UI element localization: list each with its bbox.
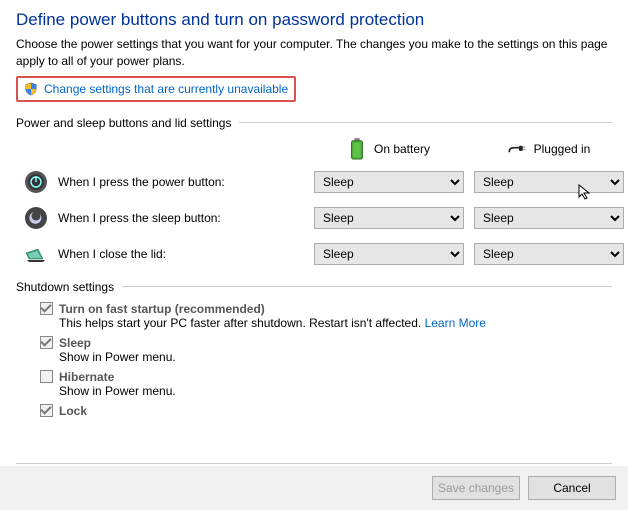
power-button-icon bbox=[24, 170, 48, 194]
sleep-label: Sleep bbox=[59, 336, 91, 350]
plugged-in-label: Plugged in bbox=[534, 142, 591, 156]
sleep-button-battery-select[interactable]: Sleep bbox=[314, 207, 464, 229]
power-sleep-section-header: Power and sleep buttons and lid settings bbox=[16, 116, 612, 130]
sleep-checkbox[interactable] bbox=[40, 336, 53, 349]
sleep-item: Sleep Show in Power menu. bbox=[40, 336, 612, 364]
lock-checkbox[interactable] bbox=[40, 404, 53, 417]
divider bbox=[122, 286, 612, 287]
lock-item: Lock bbox=[40, 404, 612, 418]
power-button-plugged-select[interactable]: Sleep bbox=[474, 171, 624, 193]
hibernate-label: Hibernate bbox=[59, 370, 114, 384]
fast-startup-item: Turn on fast startup (recommended) This … bbox=[40, 302, 612, 330]
hibernate-checkbox[interactable] bbox=[40, 370, 53, 383]
sleep-button-row: When I press the sleep button: Sleep Sle… bbox=[16, 206, 612, 230]
on-battery-column: On battery bbox=[314, 138, 464, 160]
power-button-battery-select[interactable]: Sleep bbox=[314, 171, 464, 193]
sleep-button-icon bbox=[24, 206, 48, 230]
save-changes-button[interactable]: Save changes bbox=[432, 476, 520, 500]
lid-close-battery-select[interactable]: Sleep bbox=[314, 243, 464, 265]
lid-close-plugged-select[interactable]: Sleep bbox=[474, 243, 624, 265]
lock-label: Lock bbox=[59, 404, 87, 418]
page-description: Choose the power settings that you want … bbox=[16, 36, 612, 70]
power-button-row: When I press the power button: Sleep Sle… bbox=[16, 170, 612, 194]
power-button-label: When I press the power button: bbox=[58, 175, 225, 189]
lid-close-label: When I close the lid: bbox=[58, 247, 166, 261]
cancel-button[interactable]: Cancel bbox=[528, 476, 616, 500]
sleep-button-plugged-select[interactable]: Sleep bbox=[474, 207, 624, 229]
uac-shield-icon bbox=[24, 82, 38, 96]
divider bbox=[16, 463, 612, 464]
plugged-in-column: Plugged in bbox=[474, 138, 624, 160]
sleep-description: Show in Power menu. bbox=[59, 350, 612, 364]
divider bbox=[239, 122, 612, 123]
lid-close-row: When I close the lid: Sleep Sleep bbox=[16, 242, 612, 266]
fast-startup-label: Turn on fast startup (recommended) bbox=[59, 302, 265, 316]
shutdown-section-label: Shutdown settings bbox=[16, 280, 114, 294]
hibernate-item: Hibernate Show in Power menu. bbox=[40, 370, 612, 398]
sleep-button-label: When I press the sleep button: bbox=[58, 211, 221, 225]
power-sleep-section-label: Power and sleep buttons and lid settings bbox=[16, 116, 231, 130]
hibernate-description: Show in Power menu. bbox=[59, 384, 612, 398]
page-title: Define power buttons and turn on passwor… bbox=[16, 10, 612, 30]
on-battery-label: On battery bbox=[374, 142, 430, 156]
fast-startup-description: This helps start your PC faster after sh… bbox=[59, 316, 425, 330]
button-bar: Save changes Cancel bbox=[0, 466, 628, 510]
laptop-lid-icon bbox=[24, 242, 48, 266]
shutdown-section-header: Shutdown settings bbox=[16, 280, 612, 294]
change-settings-link[interactable]: Change settings that are currently unava… bbox=[44, 82, 288, 96]
learn-more-link[interactable]: Learn More bbox=[425, 316, 486, 330]
battery-icon bbox=[348, 138, 366, 160]
change-settings-highlight: Change settings that are currently unava… bbox=[16, 76, 296, 102]
plug-icon bbox=[508, 138, 526, 160]
fast-startup-checkbox[interactable] bbox=[40, 302, 53, 315]
